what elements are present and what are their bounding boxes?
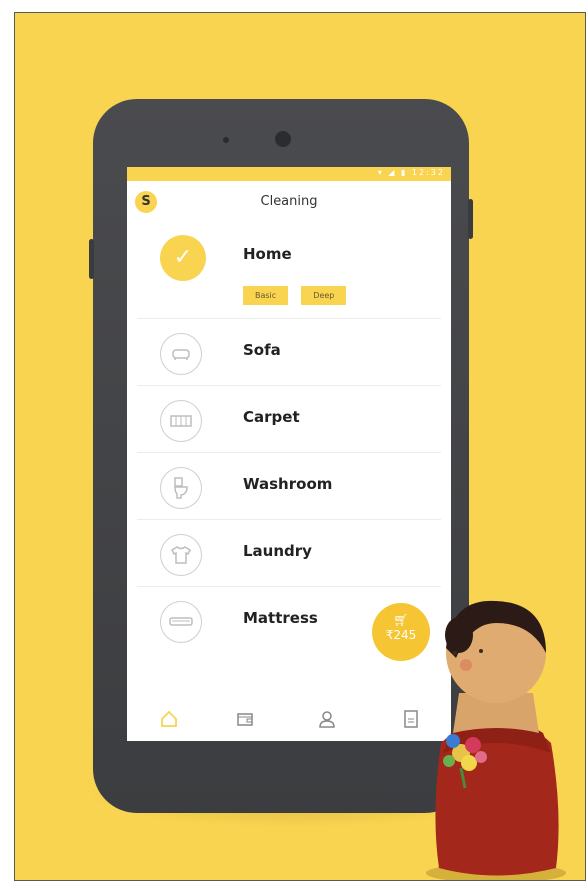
service-item-home[interactable]: ✓ Home Basic Deep xyxy=(137,225,441,318)
service-label: Home xyxy=(243,245,292,263)
mattress-icon xyxy=(160,601,202,643)
status-icons: ▾ ◢ ▮ 12:32 xyxy=(377,168,445,177)
service-label: Sofa xyxy=(243,341,281,359)
speaker xyxy=(223,137,229,143)
service-item-washroom[interactable]: Washroom xyxy=(137,452,441,519)
shirt-icon xyxy=(160,534,202,576)
service-label: Carpet xyxy=(243,408,300,426)
camera xyxy=(275,131,291,147)
volume-button xyxy=(89,239,94,279)
service-label: Washroom xyxy=(243,475,333,493)
option-deep-button[interactable]: Deep xyxy=(301,286,347,305)
service-label: Laundry xyxy=(243,542,312,560)
checkmark-icon: ✓ xyxy=(160,235,206,281)
power-button xyxy=(468,199,473,239)
wallet-icon[interactable] xyxy=(233,707,257,731)
sofa-icon xyxy=(160,333,202,375)
page-title: Cleaning xyxy=(260,194,318,209)
home-icon[interactable] xyxy=(157,707,181,731)
service-item-sofa[interactable]: Sofa xyxy=(137,318,441,385)
status-bar: ▾ ◢ ▮ 12:32 xyxy=(127,167,451,181)
service-item-carpet[interactable]: Carpet xyxy=(137,385,441,452)
bottom-navigation xyxy=(127,697,451,741)
wooden-doll-illustration xyxy=(426,600,566,880)
service-item-laundry[interactable]: Laundry xyxy=(137,519,441,586)
profile-icon[interactable] xyxy=(315,707,339,731)
option-basic-button[interactable]: Basic xyxy=(243,286,289,305)
service-list: ✓ Home Basic Deep Sofa Carpet Washroom L… xyxy=(127,225,451,653)
promo-frame: ▾ ◢ ▮ 12:32 S Cleaning ✓ Home Basic Deep… xyxy=(14,12,586,881)
toilet-icon xyxy=(160,467,202,509)
cleaning-type-options: Basic Deep xyxy=(243,283,354,305)
service-label: Mattress xyxy=(243,609,318,627)
app-bar: S Cleaning xyxy=(127,181,451,225)
carpet-icon xyxy=(160,400,202,442)
